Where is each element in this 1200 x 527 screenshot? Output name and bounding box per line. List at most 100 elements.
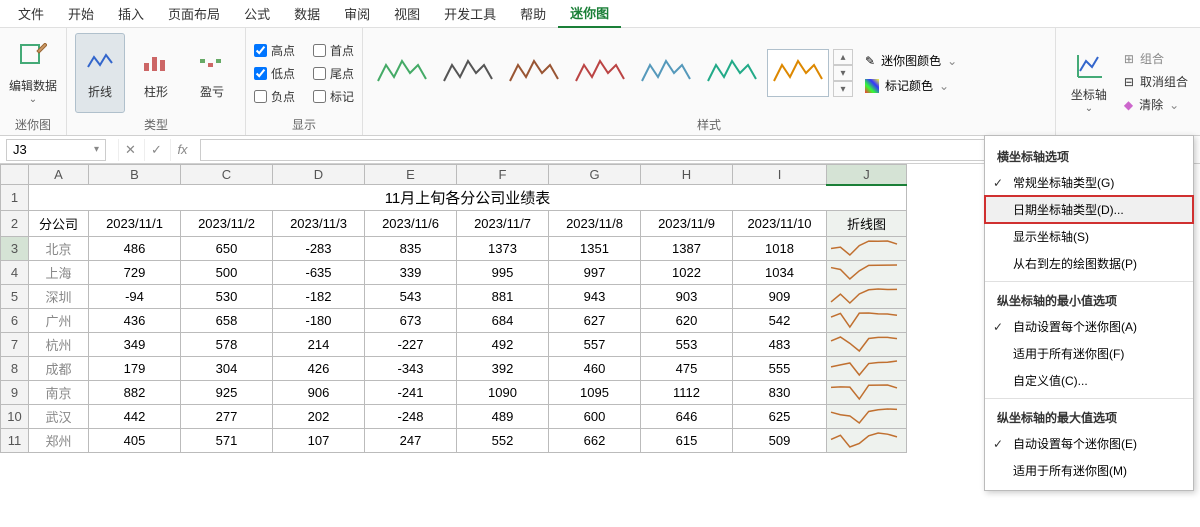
row-header-1[interactable]: 1: [1, 185, 29, 211]
type-line-button[interactable]: 折线: [75, 33, 125, 113]
cell[interactable]: 426: [273, 357, 365, 381]
row-header-9[interactable]: 9: [1, 381, 29, 405]
cell[interactable]: 1351: [549, 237, 641, 261]
cell[interactable]: 1022: [641, 261, 733, 285]
cell[interactable]: 530: [181, 285, 273, 309]
menu-页面布局[interactable]: 页面布局: [156, 0, 232, 27]
header-cell[interactable]: 2023/11/1: [89, 211, 181, 237]
sparkline-cell[interactable]: [827, 285, 907, 309]
col-header-B[interactable]: B: [89, 165, 181, 185]
col-header-I[interactable]: I: [733, 165, 827, 185]
cell[interactable]: 179: [89, 357, 181, 381]
cell[interactable]: 北京: [29, 237, 89, 261]
cell[interactable]: 882: [89, 381, 181, 405]
cell[interactable]: 247: [365, 429, 457, 453]
cell[interactable]: 542: [733, 309, 827, 333]
cell[interactable]: 304: [181, 357, 273, 381]
menu-开发工具[interactable]: 开发工具: [432, 0, 508, 27]
spreadsheet-grid[interactable]: ABCDEFGHIJ 111月上旬各分公司业绩表2分公司2023/11/1202…: [0, 164, 907, 453]
cell[interactable]: 杭州: [29, 333, 89, 357]
cell[interactable]: 武汉: [29, 405, 89, 429]
menu-item[interactable]: 适用于所有迷你图(F): [985, 340, 1193, 367]
cell[interactable]: 881: [457, 285, 549, 309]
header-cell[interactable]: 2023/11/9: [641, 211, 733, 237]
type-winloss-button[interactable]: 盈亏: [187, 33, 237, 113]
sparkline-cell[interactable]: [827, 309, 907, 333]
row-header-6[interactable]: 6: [1, 309, 29, 333]
cell[interactable]: 627: [549, 309, 641, 333]
menu-item[interactable]: 日期坐标轴类型(D)...: [985, 196, 1193, 223]
menu-item[interactable]: ✓自动设置每个迷你图(E): [985, 430, 1193, 457]
menu-视图[interactable]: 视图: [382, 0, 432, 27]
style-option-0[interactable]: [371, 49, 433, 97]
cell[interactable]: 553: [641, 333, 733, 357]
col-header-H[interactable]: H: [641, 165, 733, 185]
col-header-G[interactable]: G: [549, 165, 641, 185]
cell[interactable]: -283: [273, 237, 365, 261]
cell[interactable]: 835: [365, 237, 457, 261]
cell[interactable]: -182: [273, 285, 365, 309]
cell[interactable]: 486: [89, 237, 181, 261]
cell[interactable]: 997: [549, 261, 641, 285]
cell[interactable]: 906: [273, 381, 365, 405]
edit-data-button[interactable]: 编辑数据 ⌄: [8, 33, 58, 113]
cell[interactable]: 475: [641, 357, 733, 381]
cell[interactable]: 492: [457, 333, 549, 357]
cell[interactable]: 107: [273, 429, 365, 453]
style-option-3[interactable]: [569, 49, 631, 97]
cell[interactable]: 557: [549, 333, 641, 357]
cell[interactable]: 成都: [29, 357, 89, 381]
cell[interactable]: 830: [733, 381, 827, 405]
cell[interactable]: 555: [733, 357, 827, 381]
cell[interactable]: 684: [457, 309, 549, 333]
cell[interactable]: 500: [181, 261, 273, 285]
check-高点[interactable]: 高点: [254, 42, 295, 59]
cell[interactable]: 578: [181, 333, 273, 357]
header-cell[interactable]: 2023/11/10: [733, 211, 827, 237]
cell[interactable]: 509: [733, 429, 827, 453]
cell[interactable]: 673: [365, 309, 457, 333]
sparkline-cell[interactable]: [827, 429, 907, 453]
cell[interactable]: -635: [273, 261, 365, 285]
cell[interactable]: -180: [273, 309, 365, 333]
menu-公式[interactable]: 公式: [232, 0, 282, 27]
cell[interactable]: 646: [641, 405, 733, 429]
cell[interactable]: 658: [181, 309, 273, 333]
title-cell[interactable]: 11月上旬各分公司业绩表: [29, 185, 907, 211]
cell[interactable]: -94: [89, 285, 181, 309]
cell[interactable]: 214: [273, 333, 365, 357]
cell[interactable]: 489: [457, 405, 549, 429]
cell[interactable]: 339: [365, 261, 457, 285]
header-cell[interactable]: 分公司: [29, 211, 89, 237]
cell[interactable]: 729: [89, 261, 181, 285]
header-cell[interactable]: 2023/11/7: [457, 211, 549, 237]
cell[interactable]: 1095: [549, 381, 641, 405]
cell[interactable]: 620: [641, 309, 733, 333]
marker-color-button[interactable]: 标记颜色⌄: [859, 75, 963, 96]
menu-文件[interactable]: 文件: [6, 0, 56, 27]
axis-button[interactable]: 坐标轴 ⌄: [1064, 42, 1114, 122]
check-尾点[interactable]: 尾点: [313, 65, 354, 82]
cell[interactable]: 460: [549, 357, 641, 381]
sparkline-cell[interactable]: [827, 237, 907, 261]
style-option-4[interactable]: [635, 49, 697, 97]
col-header-D[interactable]: D: [273, 165, 365, 185]
row-header-3[interactable]: 3: [1, 237, 29, 261]
menu-item[interactable]: 显示坐标轴(S): [985, 223, 1193, 250]
header-cell[interactable]: 2023/11/3: [273, 211, 365, 237]
cell[interactable]: 925: [181, 381, 273, 405]
ungroup-button[interactable]: ⊟取消组合: [1120, 71, 1192, 92]
row-header-10[interactable]: 10: [1, 405, 29, 429]
cell[interactable]: 南京: [29, 381, 89, 405]
cell[interactable]: 903: [641, 285, 733, 309]
cell[interactable]: -343: [365, 357, 457, 381]
cell[interactable]: 上海: [29, 261, 89, 285]
style-more-button[interactable]: ▴▾▾: [833, 49, 853, 97]
cell[interactable]: -227: [365, 333, 457, 357]
cell[interactable]: 909: [733, 285, 827, 309]
cell[interactable]: 405: [89, 429, 181, 453]
cell[interactable]: 650: [181, 237, 273, 261]
cell[interactable]: 1112: [641, 381, 733, 405]
cell[interactable]: 深圳: [29, 285, 89, 309]
menu-item[interactable]: 适用于所有迷你图(M): [985, 457, 1193, 484]
